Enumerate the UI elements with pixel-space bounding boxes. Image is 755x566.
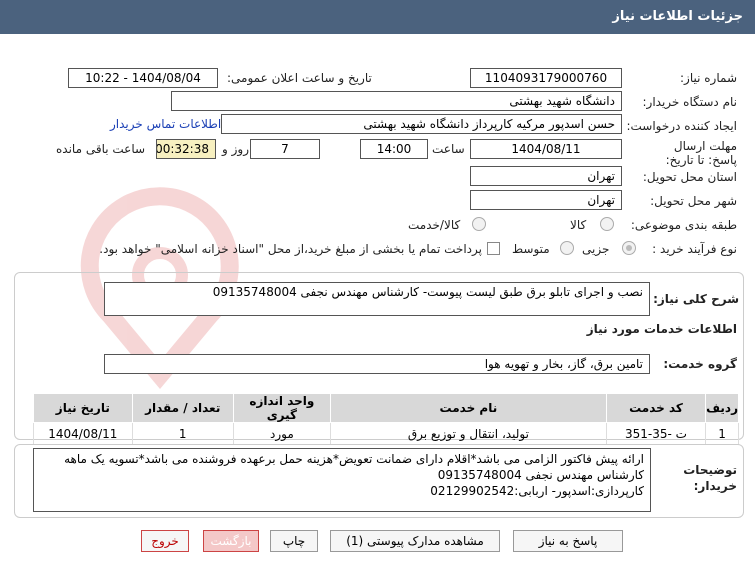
process-option-medium: متوسط <box>512 242 550 256</box>
print-button[interactable]: چاپ <box>270 530 318 552</box>
category-radio-goods[interactable] <box>600 217 614 231</box>
buyer-notes-line-3: کارپردازی:اسدپور- اربابی:02129902542 <box>430 484 644 498</box>
summary-field: نصب و اجرای تابلو برق طبق لیست پیوست- کا… <box>104 282 650 316</box>
col-row: ردیف <box>705 393 739 423</box>
announce-date-label: تاریخ و ساعت اعلان عمومی: <box>227 71 372 85</box>
back-button[interactable]: بازگشت <box>203 530 259 552</box>
buyer-notes-line-2: کارشناس مهندس نجفی 09135748004 <box>437 468 644 482</box>
col-service-name: نام خدمت <box>329 393 607 423</box>
col-need-date: تاریخ نیاز <box>33 393 133 423</box>
page-title: جزئیات اطلاعات نیاز <box>612 9 743 24</box>
process-label: نوع فرآیند خرید : <box>652 242 737 256</box>
buyer-org-field: دانشگاه شهید بهشتی <box>171 91 622 111</box>
need-number-field: 1104093179000760 <box>470 68 622 88</box>
treasury-checkbox[interactable] <box>487 242 500 255</box>
service-group-field: تامین برق، گاز، بخار و تهویه هوا <box>104 354 650 374</box>
deadline-label: مهلت ارسال پاسخ: تا تاریخ: <box>665 139 737 167</box>
col-unit: واحد اندازه گیری <box>232 393 331 423</box>
buyer-org-label: نام دستگاه خریدار: <box>642 95 738 109</box>
remaining-time-field: 00:32:38 <box>156 139 216 159</box>
buyer-contact-link[interactable]: اطلاعات تماس خریدار <box>110 117 221 131</box>
announce-date-field: 1404/08/04 - 10:22 <box>68 68 218 88</box>
service-group-label: گروه خدمت: <box>663 357 737 371</box>
creator-label: ایجاد کننده درخواست: <box>626 119 737 133</box>
buyer-notes-field: ارائه پیش فاکتور الزامی می باشد*اقلام دا… <box>33 448 651 512</box>
buyer-notes-line-1: ارائه پیش فاکتور الزامی می باشد*اقلام دا… <box>64 452 644 466</box>
process-radio-minor[interactable] <box>622 241 636 255</box>
deadline-time-label: ساعت <box>432 142 465 156</box>
payment-note: پرداخت تمام یا بخشی از مبلغ خرید،از محل … <box>99 242 482 256</box>
process-radio-medium[interactable] <box>560 241 574 255</box>
services-table: ردیف کد خدمت نام خدمت واحد اندازه گیری ت… <box>33 393 739 445</box>
exit-button[interactable]: خروج <box>141 530 189 552</box>
city-label: شهر محل تحویل: <box>650 194 737 208</box>
days-label: روز و <box>222 142 249 156</box>
creator-field: حسن اسدپور مرکیه کارپرداز دانشگاه شهید ب… <box>221 114 622 134</box>
need-number-label: شماره نیاز: <box>680 71 737 85</box>
process-option-minor: جزیی <box>582 242 610 256</box>
category-option-goods-service: کالا/خدمت <box>408 218 461 232</box>
cell-row: 1 <box>705 422 739 445</box>
remaining-time-label: ساعت باقی مانده <box>56 142 146 156</box>
cell-need-date: 1404/08/11 <box>33 422 133 445</box>
cell-service-code: ت -35-351 <box>605 422 707 445</box>
province-label: استان محل تحویل: <box>642 170 737 184</box>
deadline-time-field: 14:00 <box>360 139 428 159</box>
cell-unit: مورد <box>232 422 331 445</box>
buyer-notes-label: توضیحات خریدار: <box>683 463 737 493</box>
table-header-row: ردیف کد خدمت نام خدمت واحد اندازه گیری ت… <box>33 393 739 423</box>
category-radio-goods-service[interactable] <box>472 217 486 231</box>
services-title: اطلاعات خدمات مورد نیاز <box>586 322 737 336</box>
province-field: تهران <box>470 166 622 186</box>
cell-service-name: تولید، انتقال و توزیع برق <box>329 422 607 445</box>
col-quantity: تعداد / مقدار <box>131 393 234 423</box>
days-field: 7 <box>250 139 320 159</box>
city-field: تهران <box>470 190 622 210</box>
reply-button[interactable]: پاسخ به نیاز <box>513 530 623 552</box>
summary-label: شرح کلی نیاز: <box>653 292 739 306</box>
page-header: جزئیات اطلاعات نیاز <box>0 0 755 34</box>
table-row: 1 ت -35-351 تولید، انتقال و توزیع برق مو… <box>33 422 739 445</box>
view-attachments-button[interactable]: مشاهده مدارک پیوستی (1) <box>330 530 500 552</box>
cell-quantity: 1 <box>131 422 234 445</box>
col-service-code: کد خدمت <box>605 393 707 423</box>
category-option-goods: کالا <box>570 218 587 232</box>
deadline-date-field: 1404/08/11 <box>470 139 622 159</box>
category-label: طبقه بندی موضوعی: <box>630 218 737 232</box>
